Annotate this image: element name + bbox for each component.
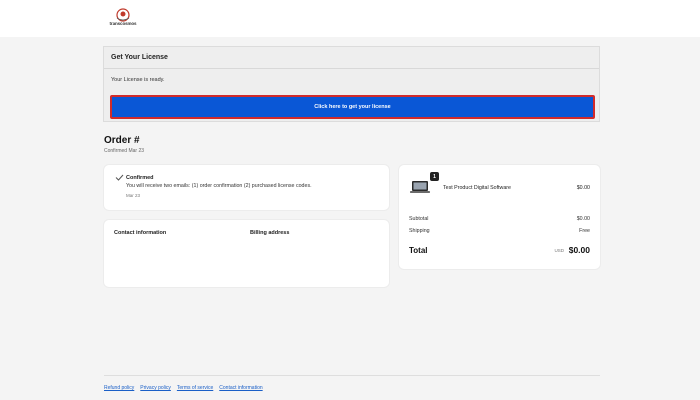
billing-address-label: Billing address: [250, 230, 290, 236]
footer-divider: [104, 375, 600, 376]
checkmark-icon: [115, 174, 124, 181]
license-panel: Get Your License Your License is ready. …: [103, 46, 600, 122]
confirmation-card: Confirmed You will receive two emails: (…: [104, 165, 389, 210]
contact-information-label: Contact information: [114, 230, 167, 236]
privacy-policy-link[interactable]: Privacy policy: [140, 385, 171, 391]
quantity-badge: 1: [430, 172, 439, 181]
confirmation-title: Confirmed: [126, 175, 154, 181]
terms-of-service-link[interactable]: Terms of service: [177, 385, 213, 391]
confirmation-date: Mar 23: [126, 193, 141, 198]
order-confirmed-date: Confirmed Mar 23: [104, 148, 145, 154]
brand-name: transcosmos: [109, 21, 137, 26]
get-license-button[interactable]: Click here to get your license: [110, 95, 595, 119]
product-name: Test Product Digital Software: [443, 185, 512, 191]
brand-logo[interactable]: transcosmos: [106, 8, 140, 30]
contact-information-link[interactable]: Contact information: [219, 385, 262, 391]
total-label: Total: [409, 246, 428, 255]
product-price: $0.00: [576, 185, 590, 191]
laptop-product-icon: [410, 181, 430, 193]
order-summary-card: 1 Test Product Digital Software $0.00 Su…: [399, 165, 600, 269]
refund-policy-link[interactable]: Refund policy: [104, 385, 134, 391]
license-heading: Get Your License: [104, 47, 599, 69]
logo-mark-icon: [116, 8, 130, 22]
confirmation-message: You will receive two emails: (1) order c…: [126, 183, 312, 189]
customer-info-card: Contact information Billing address: [104, 220, 389, 287]
header-bar: transcosmos: [0, 0, 700, 37]
order-title: Order #: [104, 135, 140, 146]
total-value: $0.00: [568, 245, 590, 255]
shipping-label: Shipping: [409, 228, 430, 234]
total-currency: USD: [554, 248, 564, 253]
footer-links: Refund policy Privacy policy Terms of se…: [104, 385, 263, 391]
license-status-text: Your License is ready.: [111, 77, 165, 83]
shipping-value: Free: [579, 228, 590, 234]
subtotal-label: Subtotal: [409, 216, 429, 222]
subtotal-value: $0.00: [576, 216, 590, 222]
